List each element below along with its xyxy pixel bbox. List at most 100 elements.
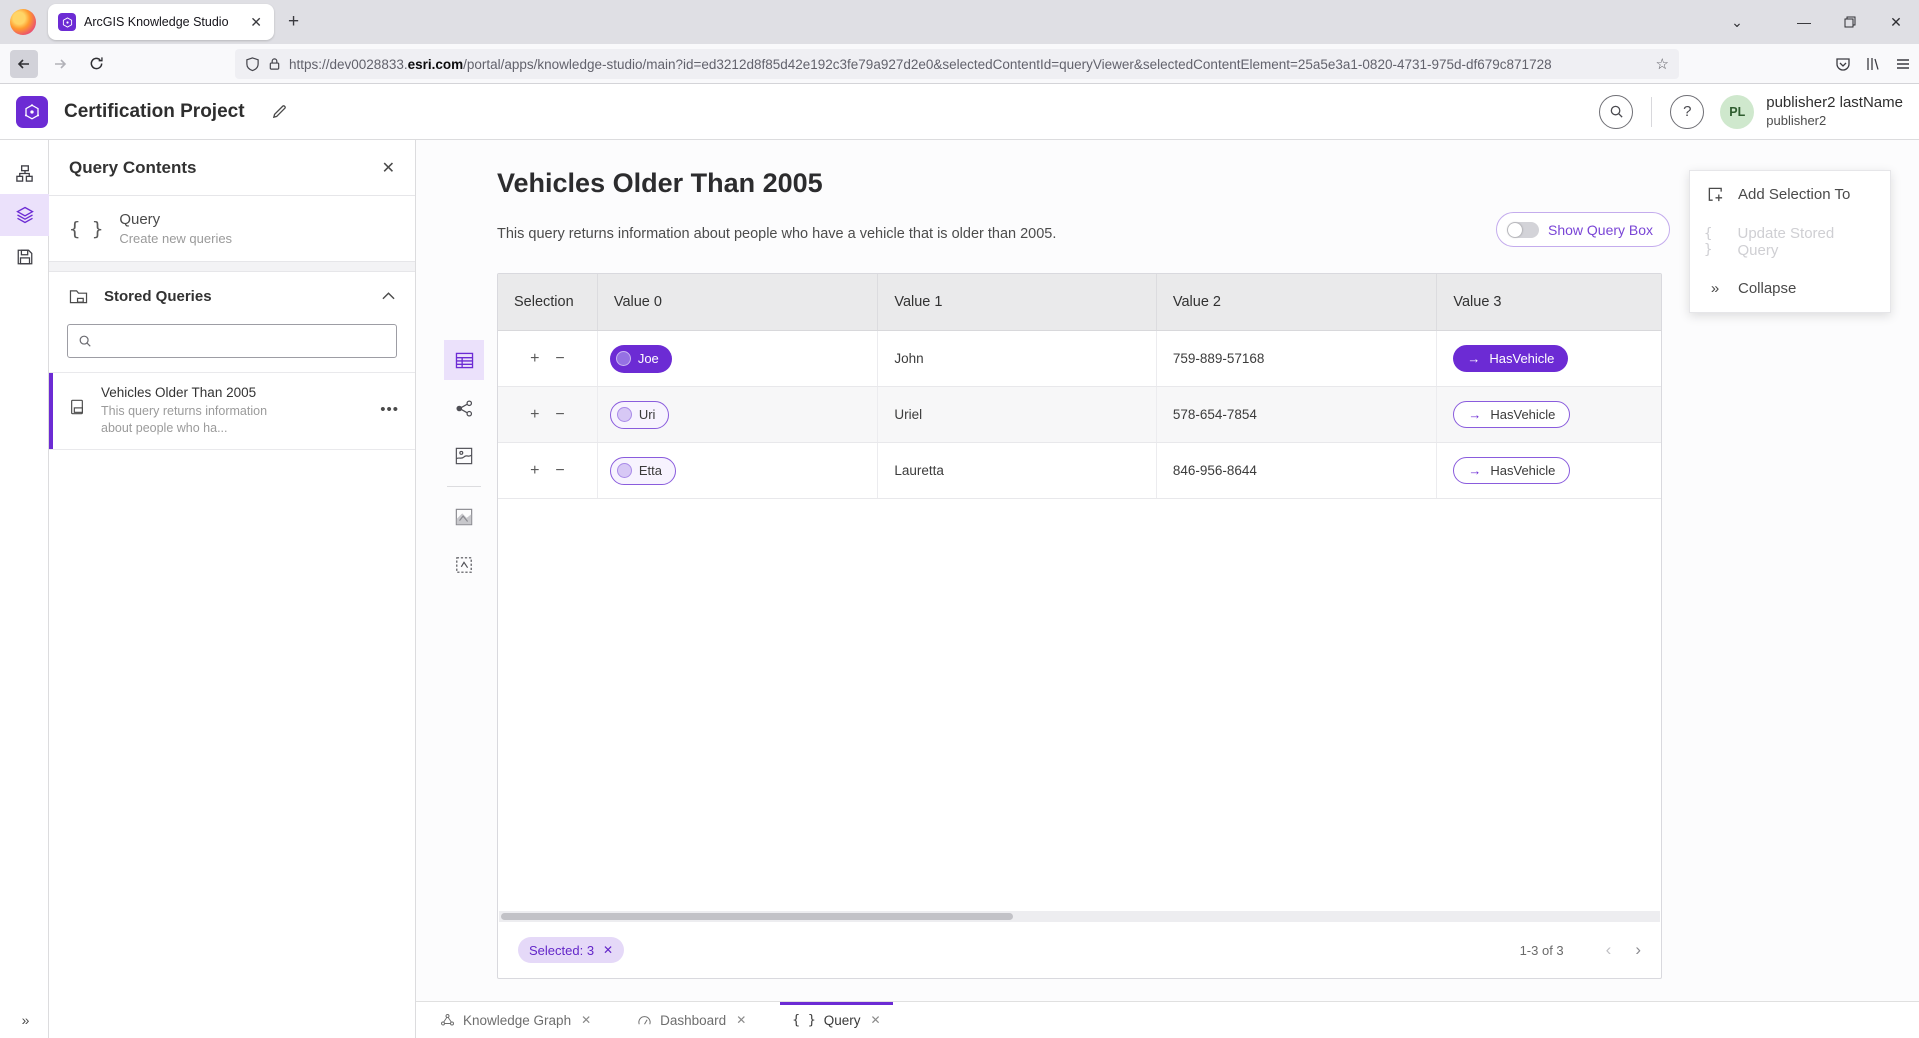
panel-gap <box>49 262 415 272</box>
add-selection-icon[interactable]: + <box>530 350 539 368</box>
braces-icon: { } <box>792 1013 815 1028</box>
list-all-tabs-icon[interactable]: ⌄ <box>1717 0 1757 44</box>
map-selection-icon[interactable] <box>444 497 484 537</box>
column-header[interactable]: Value 2 <box>1157 274 1438 330</box>
library-icon[interactable] <box>1865 56 1881 72</box>
tab-close-icon[interactable]: ✕ <box>736 1013 746 1027</box>
toggle-switch[interactable] <box>1507 222 1539 238</box>
query-item-subtitle: Create new queries <box>119 231 232 246</box>
lock-icon[interactable] <box>268 57 281 71</box>
layers-icon[interactable] <box>0 194 49 236</box>
panel-close-icon[interactable]: ✕ <box>382 158 395 178</box>
stored-queries-search[interactable] <box>67 324 397 358</box>
entity-dot-icon <box>617 407 632 422</box>
menu-item-update-stored-query: { } Update Stored Query <box>1690 218 1890 265</box>
entity-pill[interactable]: Uri <box>610 401 670 429</box>
search-input[interactable] <box>100 334 386 349</box>
arcgis-favicon-icon <box>58 13 76 31</box>
table-view-icon[interactable] <box>444 340 484 380</box>
remove-selection-icon[interactable]: − <box>555 350 564 368</box>
item-options-icon[interactable]: ••• <box>380 401 399 418</box>
tab-query[interactable]: { } Query ✕ <box>780 1002 892 1038</box>
arrow-right-icon: → <box>1468 463 1481 478</box>
forward-button[interactable] <box>46 50 74 78</box>
panel-title: Query Contents <box>69 158 382 178</box>
scrollbar-thumb[interactable] <box>501 913 1013 920</box>
stored-query-item[interactable]: Vehicles Older Than 2005 This query retu… <box>49 372 415 450</box>
expand-rail-icon[interactable]: » <box>0 1012 49 1028</box>
back-button[interactable] <box>10 50 38 78</box>
stored-queries-header[interactable]: Stored Queries <box>49 272 415 320</box>
hierarchy-icon[interactable] <box>0 152 49 194</box>
selected-count-chip[interactable]: Selected: 3 ✕ <box>518 937 624 963</box>
relationship-pill[interactable]: →HasVehicle <box>1453 401 1570 428</box>
reload-button[interactable] <box>82 50 110 78</box>
add-selection-icon[interactable]: + <box>530 462 539 480</box>
knowledge-studio-logo-icon <box>16 96 48 128</box>
table-header-row: Selection Value 0 Value 1 Value 2 Value … <box>498 274 1661 331</box>
header-divider <box>1651 97 1652 127</box>
browser-navbar: https://dev0028833.esri.com/portal/apps/… <box>0 44 1919 84</box>
help-button[interactable]: ? <box>1670 95 1704 129</box>
map-view-icon[interactable] <box>444 436 484 476</box>
tab-knowledge-graph[interactable]: Knowledge Graph ✕ <box>428 1002 603 1038</box>
tab-close-icon[interactable]: ✕ <box>246 12 266 33</box>
window-minimize-icon[interactable]: — <box>1781 0 1827 44</box>
menu-item-collapse[interactable]: » Collapse <box>1690 265 1890 312</box>
chevron-up-icon[interactable] <box>382 292 395 300</box>
entity-pill[interactable]: Etta <box>610 457 676 485</box>
column-header[interactable]: Value 3 <box>1437 274 1661 330</box>
menu-item-add-selection-to[interactable]: Add Selection To <box>1690 171 1890 218</box>
save-icon[interactable] <box>0 236 49 278</box>
firefox-icon[interactable] <box>10 9 36 35</box>
query-contents-panel: Query Contents ✕ { } Query Create new qu… <box>49 140 416 1038</box>
column-header[interactable]: Value 0 <box>598 274 879 330</box>
table-row[interactable]: +− Joe John 759-889-57168 →HasVehicle <box>498 331 1661 387</box>
user-info[interactable]: publisher2 lastName publisher2 <box>1766 94 1903 129</box>
search-button[interactable] <box>1599 95 1633 129</box>
horizontal-scrollbar[interactable] <box>499 911 1660 922</box>
tab-dashboard[interactable]: Dashboard ✕ <box>625 1002 758 1038</box>
tab-close-icon[interactable]: ✕ <box>871 1013 881 1027</box>
dashboard-icon <box>637 1013 652 1028</box>
user-name: publisher2 lastName <box>1766 94 1903 113</box>
marquee-select-icon[interactable] <box>444 545 484 585</box>
tracking-shield-icon[interactable] <box>245 56 260 72</box>
braces-icon: { } <box>1704 226 1726 258</box>
stored-query-title: Vehicles Older Than 2005 <box>101 385 375 400</box>
entity-pill[interactable]: Joe <box>610 345 672 373</box>
browser-tab[interactable]: ArcGIS Knowledge Studio ✕ <box>48 4 274 40</box>
link-chart-view-icon[interactable] <box>444 388 484 428</box>
remove-selection-icon[interactable]: − <box>555 462 564 480</box>
tab-close-icon[interactable]: ✕ <box>581 1013 591 1027</box>
user-avatar[interactable]: PL <box>1720 95 1754 129</box>
window-close-icon[interactable]: ✕ <box>1873 0 1919 44</box>
url-bar[interactable]: https://dev0028833.esri.com/portal/apps/… <box>235 49 1679 79</box>
bookmark-star-icon[interactable]: ☆ <box>1656 55 1669 73</box>
relationship-pill[interactable]: →HasVehicle <box>1453 457 1570 484</box>
collapse-icon: » <box>1704 280 1726 297</box>
previous-page-icon[interactable]: ‹ <box>1606 940 1612 960</box>
column-header[interactable]: Value 1 <box>878 274 1157 330</box>
next-page-icon[interactable]: › <box>1635 940 1641 960</box>
new-tab-button[interactable]: + <box>288 11 299 33</box>
query-viewer: Vehicles Older Than 2005 This query retu… <box>416 140 1919 1001</box>
query-create-item[interactable]: { } Query Create new queries <box>49 196 415 262</box>
column-header[interactable]: Selection <box>498 274 598 330</box>
selected-count-label: Selected: 3 <box>529 943 594 958</box>
table-row[interactable]: +− Etta Lauretta 846-956-8644 →HasVehicl… <box>498 443 1661 499</box>
window-restore-icon[interactable] <box>1827 0 1873 44</box>
remove-selection-icon[interactable]: − <box>555 406 564 424</box>
add-selection-icon[interactable]: + <box>530 406 539 424</box>
stored-query-description: This query returns information about peo… <box>101 403 301 437</box>
braces-icon: { } <box>69 218 103 240</box>
toolbar-divider <box>447 486 481 487</box>
relationship-pill[interactable]: →HasVehicle <box>1453 345 1568 372</box>
edit-pencil-icon[interactable] <box>271 103 288 120</box>
show-query-box-toggle[interactable]: Show Query Box <box>1496 212 1670 247</box>
menu-hamburger-icon[interactable] <box>1895 56 1911 72</box>
pocket-icon[interactable] <box>1835 56 1851 72</box>
clear-selection-icon[interactable]: ✕ <box>603 943 613 957</box>
toggle-label: Show Query Box <box>1548 222 1653 238</box>
table-row[interactable]: +− Uri Uriel 578-654-7854 →HasVehicle <box>498 387 1661 443</box>
